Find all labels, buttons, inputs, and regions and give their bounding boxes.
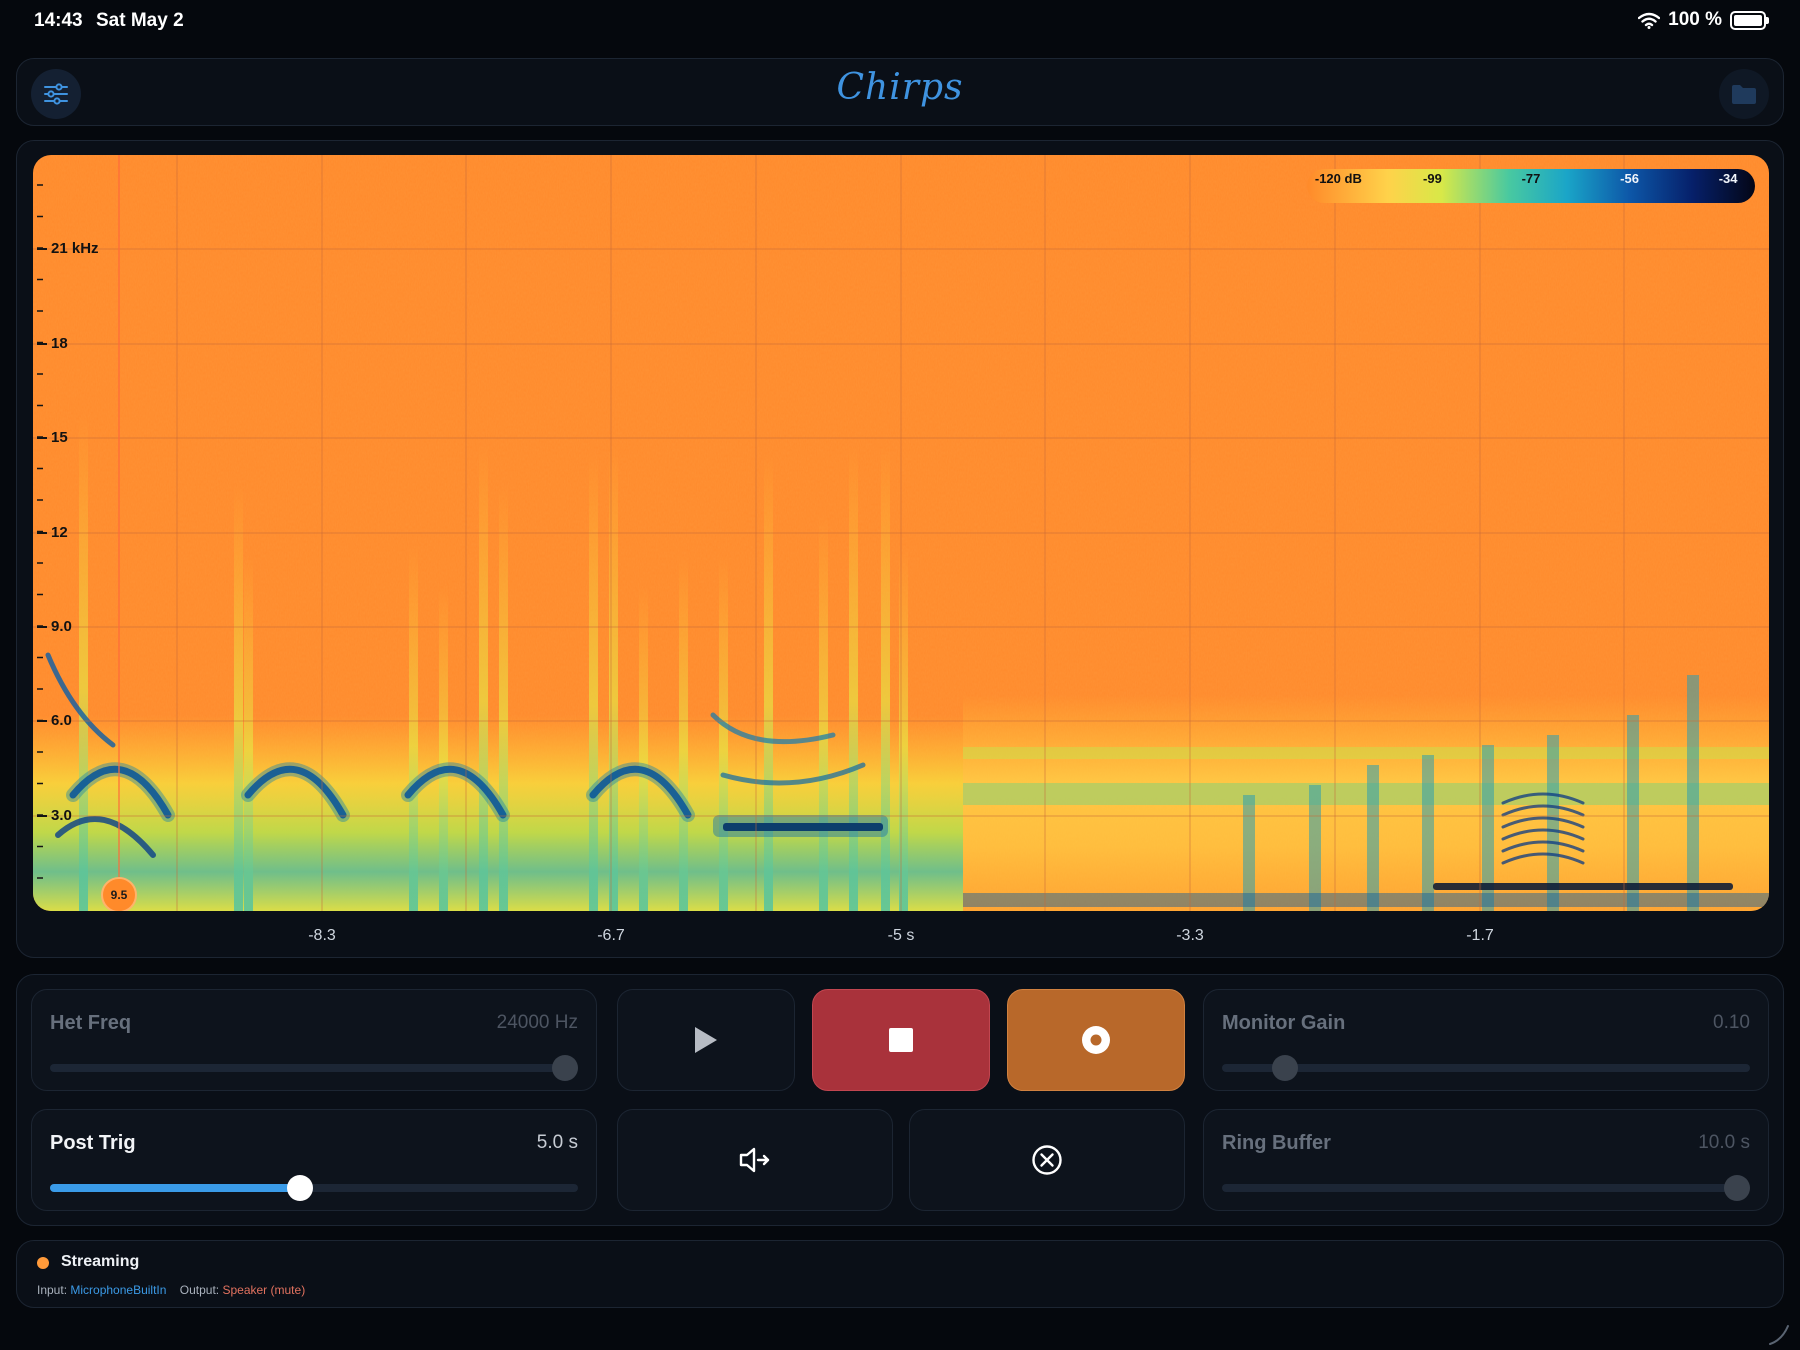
stream-status: Streaming — [61, 1253, 140, 1270]
close-circle-icon — [1032, 1145, 1062, 1175]
post-trig-slider[interactable] — [50, 1175, 578, 1201]
output-device: Speaker (mute) — [222, 1283, 306, 1297]
monitor-gain-label: Monitor Gain — [1222, 1012, 1346, 1034]
colorbar-label: -99 — [1423, 171, 1442, 186]
battery-percent: 100 % — [1668, 9, 1722, 30]
files-button[interactable] — [1719, 69, 1769, 119]
stop-button[interactable] — [812, 989, 990, 1091]
het-freq-control: Het Freq 24000 Hz — [31, 989, 597, 1091]
ring-buffer-control: Ring Buffer 10.0 s — [1203, 1109, 1769, 1211]
post-trig-control: Post Trig 5.0 s — [31, 1109, 597, 1211]
ring-buffer-slider[interactable] — [1222, 1175, 1750, 1201]
post-trig-slider-thumb[interactable] — [287, 1175, 314, 1201]
x-tick-label: -3.3 — [1176, 927, 1204, 944]
stop-icon — [889, 1028, 913, 1052]
het-freq-value: 24000 Hz — [496, 1012, 578, 1033]
colorbar-label: -56 — [1620, 171, 1639, 186]
colorbar-label: -34 — [1718, 171, 1738, 186]
wifi-icon — [1638, 12, 1661, 29]
audio-output-button[interactable] — [617, 1109, 893, 1211]
resize-handle-icon — [1769, 1325, 1789, 1345]
y-tick-label: 12 — [51, 524, 68, 541]
monitor-gain-control: Monitor Gain 0.10 — [1203, 989, 1769, 1091]
db-colorbar: -120 dB -99 -77 -56 -34 — [1307, 169, 1755, 203]
colorbar-label: -77 — [1521, 171, 1541, 186]
ring-buffer-label: Ring Buffer — [1222, 1132, 1331, 1154]
x-tick-label: -8.3 — [308, 927, 336, 944]
y-tick-label: 3.0 — [51, 807, 72, 824]
het-freq-slider[interactable] — [50, 1055, 578, 1081]
het-freq-slider-thumb[interactable] — [551, 1055, 578, 1081]
y-tick-label: 18 — [51, 335, 68, 352]
x-tick-label: -6.7 — [597, 927, 625, 944]
y-tick-label: 9.0 — [51, 618, 72, 635]
post-trig-label: Post Trig — [50, 1132, 136, 1154]
folder-icon — [1732, 85, 1756, 104]
record-button[interactable] — [1007, 989, 1185, 1091]
clock: 14:43 — [34, 10, 83, 31]
date: Sat May 2 — [96, 10, 184, 31]
status-bar: 14:43 Sat May 2 100 % — [0, 0, 1800, 44]
ring-buffer-value: 10.0 s — [1698, 1132, 1750, 1153]
ring-buffer-slider-thumb[interactable] — [1723, 1175, 1750, 1201]
status-footer: Streaming Input: MicrophoneBuiltIn Outpu… — [16, 1240, 1784, 1308]
y-tick-label: 6.0 — [51, 712, 72, 729]
post-trig-value: 5.0 s — [536, 1132, 578, 1153]
controls-panel: Het Freq 24000 Hz Monitor Gain 0.10 Post… — [16, 974, 1784, 1226]
monitor-gain-slider[interactable] — [1222, 1055, 1750, 1081]
record-icon — [1082, 1026, 1110, 1054]
colorbar-label: -120 dB — [1314, 171, 1362, 186]
x-tick-label: -1.7 — [1466, 927, 1494, 944]
app-title: Chirps — [836, 67, 964, 108]
battery-icon — [1730, 10, 1769, 30]
monitor-gain-slider-thumb[interactable] — [1272, 1055, 1299, 1081]
io-info: Input: MicrophoneBuiltIn Output: Speaker… — [37, 1283, 305, 1297]
streaming-indicator — [37, 1257, 49, 1269]
x-tick-label: -5 s — [887, 927, 915, 944]
spectrogram[interactable]: 21 kHz 18 15 12 9.0 6.0 3.0 -120 dB -99 -77 -5… — [33, 155, 1769, 911]
input-device: MicrophoneBuiltIn — [70, 1283, 167, 1297]
output-label: Output: — [179, 1283, 220, 1297]
monitor-gain-value: 0.10 — [1713, 1012, 1750, 1033]
spectrogram-panel: 21 kHz 18 15 12 9.0 6.0 3.0 -120 dB -99 -77 -5… — [16, 140, 1784, 958]
speaker-arrow-icon — [739, 1147, 770, 1173]
cursor-badge[interactable]: 9.5 — [101, 877, 137, 911]
play-button[interactable] — [617, 989, 795, 1091]
status-icons: 100 % — [1638, 9, 1769, 31]
het-freq-label: Het Freq — [50, 1012, 132, 1034]
y-tick-label: 21 kHz — [51, 240, 99, 257]
input-label: Input: — [37, 1283, 68, 1297]
y-tick-label: 15 — [51, 429, 68, 446]
spectrogram-canvas — [33, 155, 1769, 911]
play-icon — [695, 1027, 717, 1053]
app-header: Chirps — [16, 58, 1784, 126]
clear-button[interactable] — [909, 1109, 1185, 1211]
